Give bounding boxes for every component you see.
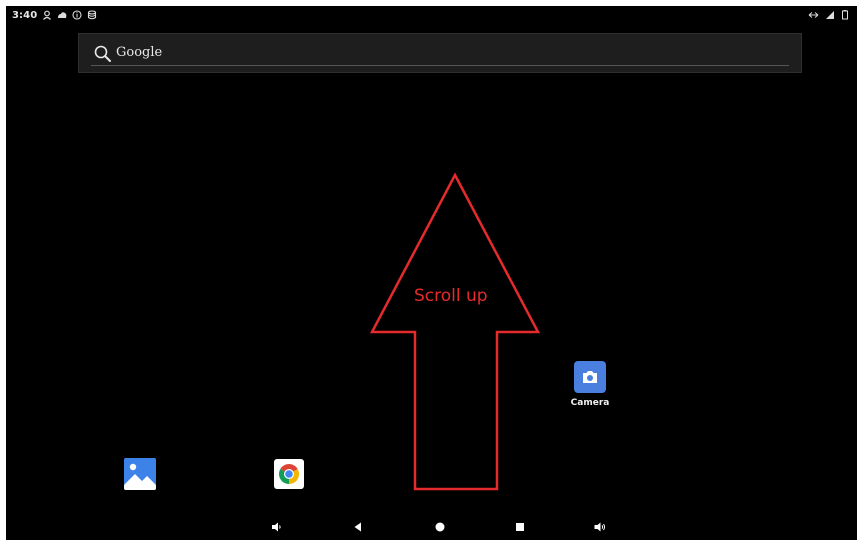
volume-down-icon[interactable] bbox=[268, 519, 284, 535]
status-bar: 3:40 bbox=[6, 6, 857, 26]
wifi-icon bbox=[825, 10, 835, 23]
database-icon bbox=[87, 10, 97, 20]
data-transfer-icon bbox=[808, 10, 819, 23]
navigation-bar bbox=[6, 512, 857, 540]
cloud-icon bbox=[57, 10, 67, 20]
search-underline bbox=[91, 65, 789, 66]
status-notifications bbox=[42, 10, 97, 20]
status-time: 3:40 bbox=[12, 10, 38, 21]
scroll-up-arrow-annotation bbox=[369, 172, 541, 491]
recents-icon[interactable] bbox=[512, 519, 528, 535]
gallery-app[interactable] bbox=[124, 458, 156, 490]
search-icon bbox=[93, 44, 113, 64]
scroll-up-label: Scroll up bbox=[414, 286, 488, 306]
google-search-bar[interactable]: Google bbox=[78, 33, 802, 73]
info-icon bbox=[72, 10, 82, 20]
status-system-icons bbox=[808, 10, 849, 23]
gallery-icon bbox=[124, 458, 156, 490]
chrome-icon bbox=[274, 459, 304, 489]
back-icon[interactable] bbox=[350, 519, 366, 535]
search-label: Google bbox=[116, 45, 163, 60]
chrome-app[interactable] bbox=[274, 459, 304, 489]
camera-label: Camera bbox=[570, 398, 610, 408]
camera-app[interactable]: Camera bbox=[566, 361, 614, 408]
account-icon bbox=[42, 10, 52, 20]
signal-icon bbox=[841, 10, 849, 23]
volume-up-icon[interactable] bbox=[592, 519, 608, 535]
camera-icon bbox=[574, 361, 606, 393]
android-home-screen: 3:40 Google Scroll up Camera bbox=[6, 6, 857, 540]
home-icon[interactable] bbox=[432, 519, 448, 535]
page-frame: 3:40 Google Scroll up Camera bbox=[0, 0, 863, 546]
